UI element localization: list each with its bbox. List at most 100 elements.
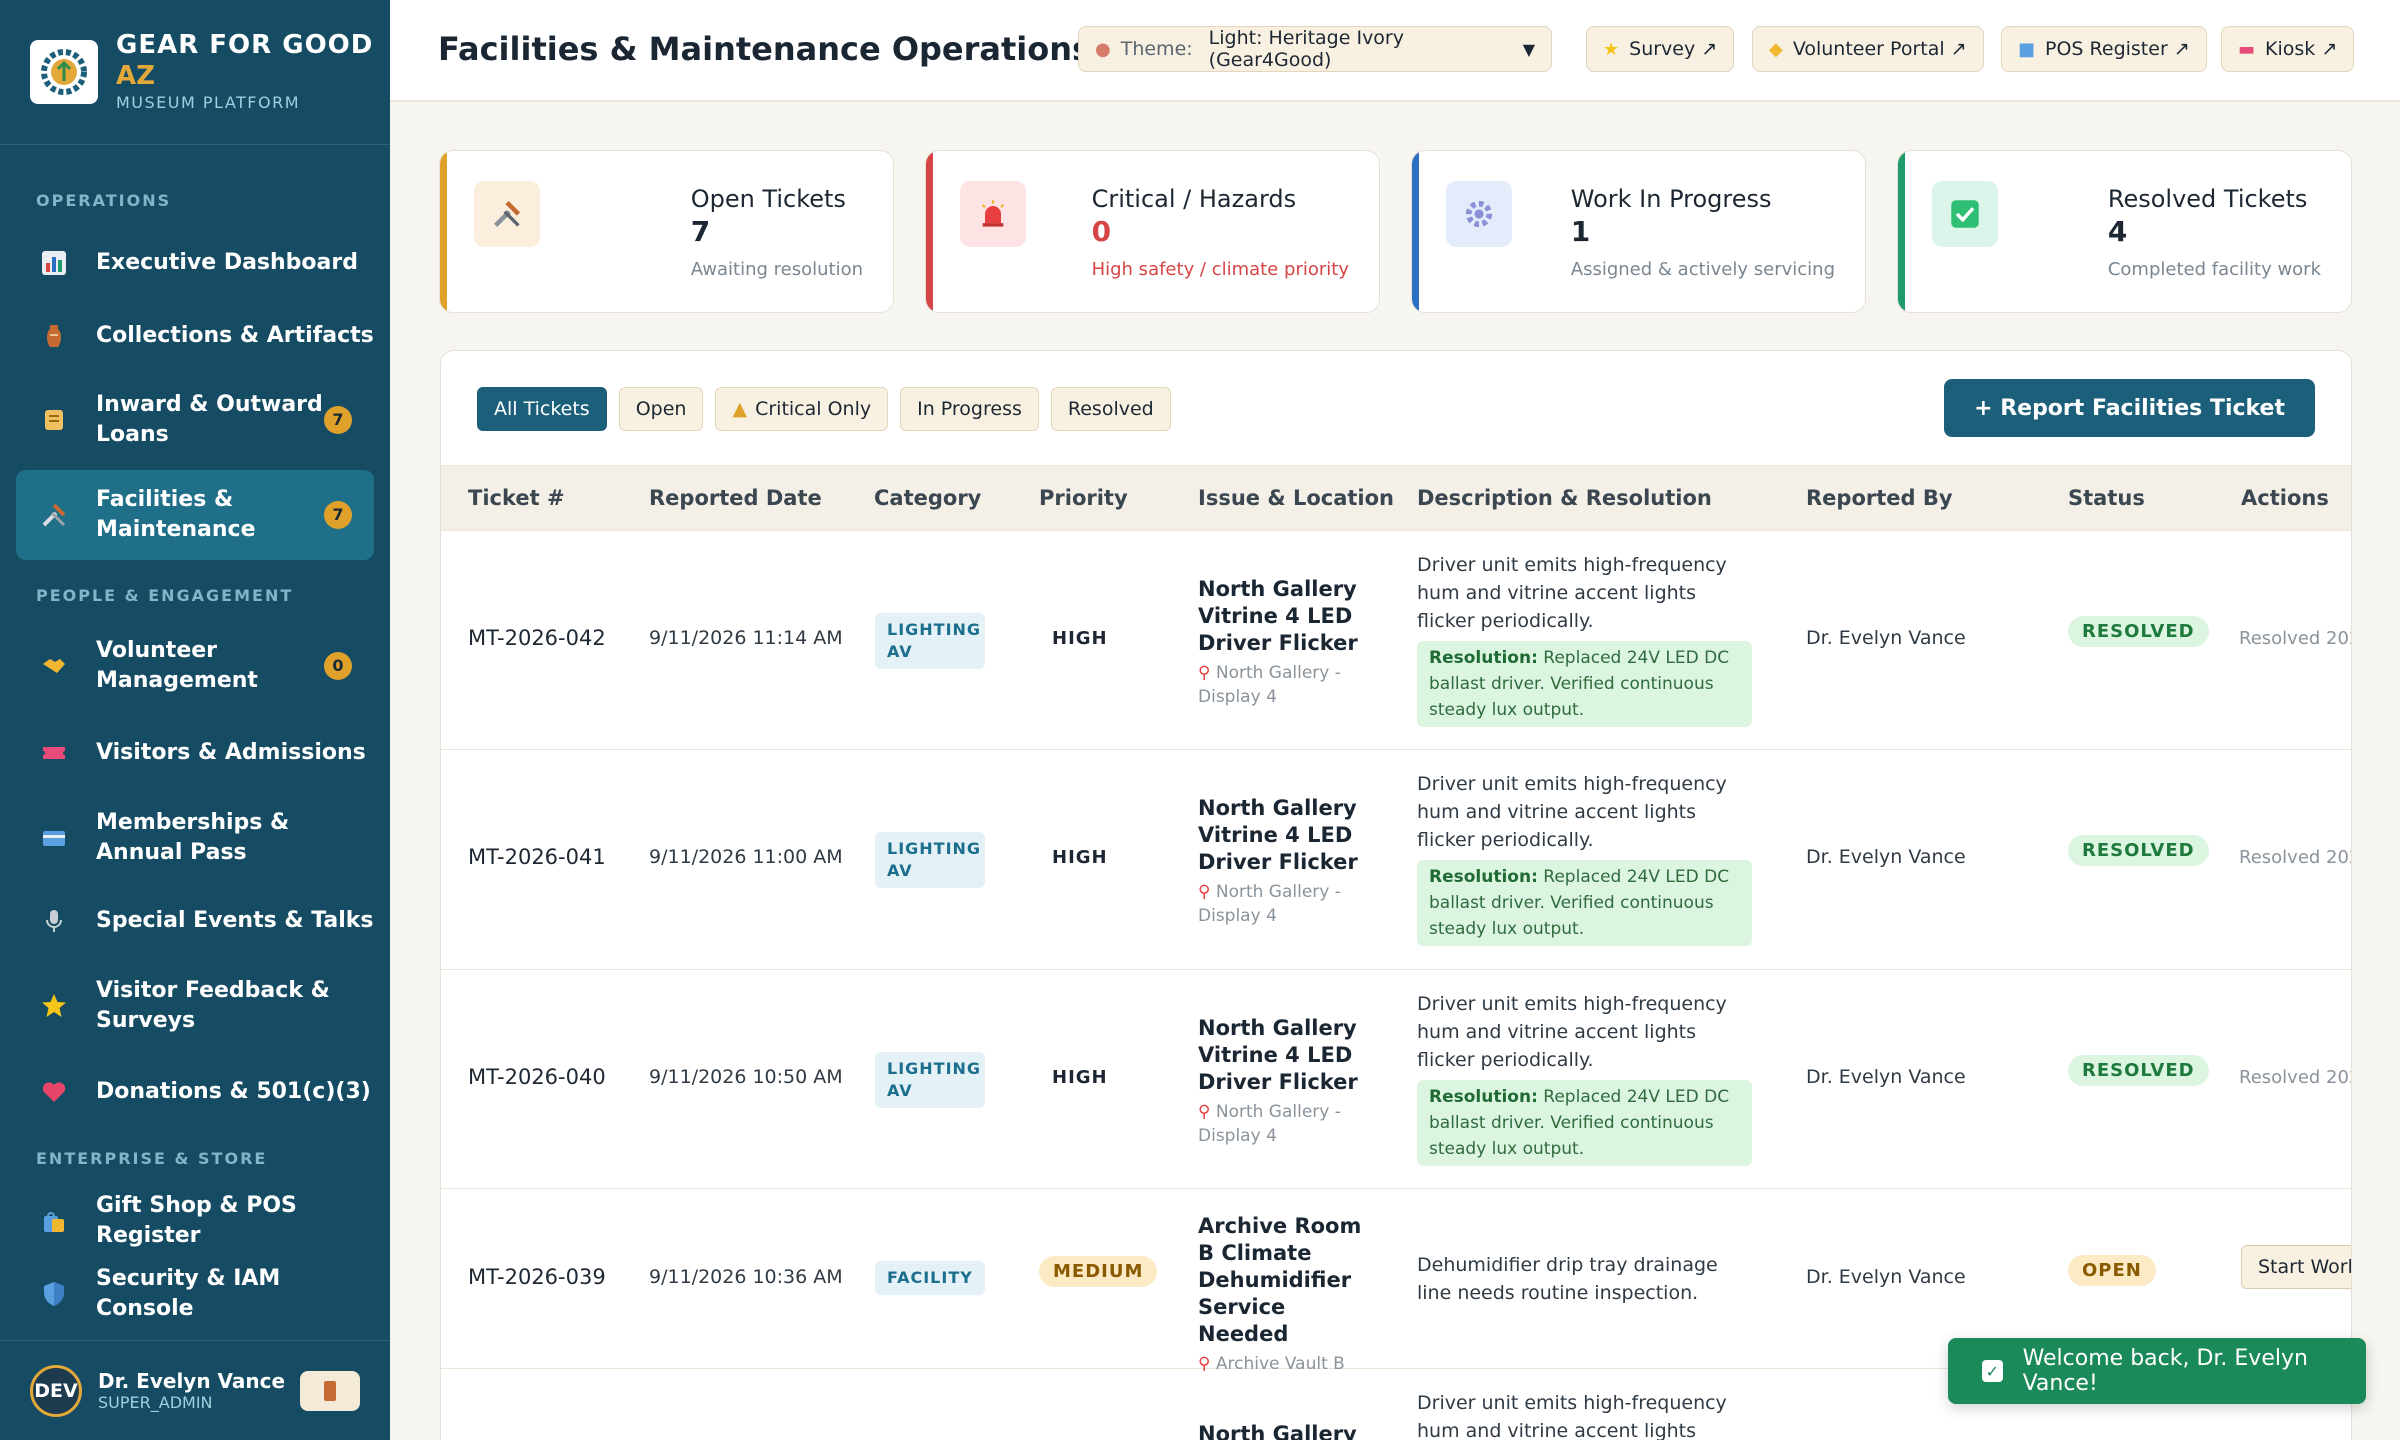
pin-icon: ⚲ <box>1198 882 1216 902</box>
resolution-note: Resolution: Replaced 24V LED DC ballast … <box>1417 641 1752 727</box>
star-icon: ★ <box>1603 38 1620 60</box>
kpi-critical-hazards: Critical / Hazards 0 High safety / clima… <box>925 150 1380 313</box>
ticket-id: MT-2026-039 <box>468 1265 606 1289</box>
col-date[interactable]: Reported Date <box>649 486 822 510</box>
theme-label: Theme: <box>1120 38 1193 60</box>
logout-button[interactable] <box>300 1371 360 1411</box>
filter-resolved[interactable]: Resolved <box>1050 387 1171 431</box>
ticket-icon: ▬ <box>2238 38 2256 60</box>
ticket-icon <box>38 737 70 769</box>
pos-register-link[interactable]: ■ POS Register ↗ <box>2001 26 2207 72</box>
col-category[interactable]: Category <box>874 486 981 510</box>
kpi-subtext: High safety / climate priority <box>1091 259 1349 280</box>
ticket-filters: All Tickets Open ▲ Critical Only In Prog… <box>477 387 1183 431</box>
volunteer-portal-link[interactable]: ◆ Volunteer Portal ↗ <box>1752 26 1984 72</box>
filter-all-tickets[interactable]: All Tickets <box>477 387 607 431</box>
tools-icon <box>38 499 70 531</box>
avatar[interactable]: DEV <box>30 1364 82 1417</box>
welcome-toast[interactable]: ✓ Welcome back, Dr. Evelyn Vance! <box>1948 1338 2366 1404</box>
table-row[interactable]: MT-2026-041 9/11/2026 11:00 AM LIGHTING … <box>441 750 2351 970</box>
brand-name: GEAR FOR GOOD <box>116 30 374 60</box>
sidebar-item-visitors[interactable]: Visitors & Admissions <box>16 728 374 778</box>
table-row[interactable]: MT-2026-040 9/11/2026 10:50 AM LIGHTING … <box>441 970 2351 1189</box>
ticket-id: MT-2026-040 <box>468 1065 606 1089</box>
check-icon: ✓ <box>1982 1360 2003 1382</box>
shopping-bags-icon: ■ <box>2018 38 2036 60</box>
theme-value: Light: Heritage Ivory (Gear4Good) <box>1208 27 1404 71</box>
sidebar-item-facilities[interactable]: Facilities & Maintenance 7 <box>16 470 374 560</box>
nav-section-people: PEOPLE & ENGAGEMENT <box>36 586 294 605</box>
kpi-label: Resolved Tickets <box>2107 185 2308 213</box>
col-ticket[interactable]: Ticket # <box>468 486 565 510</box>
col-reporter[interactable]: Reported By <box>1806 486 1953 510</box>
description-text: Dehumidifier drip tray drainage line nee… <box>1417 1254 1718 1304</box>
resolved-date-note: Resolved 202 <box>2239 847 2351 868</box>
col-status[interactable]: Status <box>2068 486 2145 510</box>
table-header: Ticket # Reported Date Category Priority… <box>441 465 2351 531</box>
priority-label: HIGH <box>1052 847 1108 868</box>
sidebar-item-feedback[interactable]: Visitor Feedback & Surveys <box>16 974 374 1038</box>
star-icon <box>38 990 70 1022</box>
sidebar-item-security[interactable]: Security & IAM Console <box>16 1266 374 1321</box>
status-badge: RESOLVED <box>2068 616 2209 647</box>
kpi-value: 4 <box>2107 215 2128 248</box>
sidebar-item-volunteers[interactable]: Volunteer Management 0 <box>16 634 374 698</box>
description-text: Driver unit emits high-frequency hum and… <box>1417 554 1727 632</box>
survey-link[interactable]: ★ Survey ↗ <box>1586 26 1735 72</box>
priority-badge: MEDIUM <box>1039 1256 1158 1287</box>
kiosk-link[interactable]: ▬ Kiosk ↗ <box>2221 26 2355 72</box>
kpi-resolved-tickets: Resolved Tickets 4 Completed facility wo… <box>1897 150 2352 313</box>
scroll-icon <box>38 404 70 436</box>
filter-open[interactable]: Open <box>618 387 704 431</box>
col-description[interactable]: Description & Resolution <box>1417 486 1712 510</box>
col-actions[interactable]: Actions <box>2241 486 2329 510</box>
vase-icon <box>38 320 70 352</box>
chevron-down-icon: ▼ <box>1522 39 1535 59</box>
issue-location: Archive Room B Climate Dehumidifier Serv… <box>1198 1213 1368 1376</box>
filter-critical-only[interactable]: ▲ Critical Only <box>715 387 889 431</box>
sidebar: GEAR FOR GOOD AZ MUSEUM PLATFORM OPERATI… <box>0 0 390 1440</box>
resolution-note: Resolution: Replaced 24V LED DC ballast … <box>1417 1080 1752 1166</box>
gear-icon <box>1446 181 1512 247</box>
page-title: Facilities & Maintenance Operations <box>438 30 1092 68</box>
ticket-id: MT-2026-041 <box>468 845 606 869</box>
brand-subtitle: MUSEUM PLATFORM <box>116 93 301 112</box>
sidebar-item-loans[interactable]: Inward & Outward Loans 7 <box>16 388 374 452</box>
sidebar-item-donations[interactable]: Donations & 501(c)(3) <box>16 1067 374 1117</box>
resolved-date-note: Resolved 202 <box>2239 1067 2351 1088</box>
sidebar-item-memberships[interactable]: Memberships & Annual Pass <box>16 806 374 870</box>
theme-select[interactable]: ● Theme: Light: Heritage Ivory (Gear4Goo… <box>1078 26 1552 72</box>
issue-title: North Gallery <box>1198 1422 1357 1440</box>
sidebar-item-collections[interactable]: Collections & Artifacts <box>16 311 374 361</box>
col-issue[interactable]: Issue & Location <box>1198 486 1394 510</box>
sidebar-item-gift-shop[interactable]: Gift Shop & POS Register <box>16 1193 374 1248</box>
card-icon <box>38 822 70 854</box>
gear-logo-icon <box>30 40 98 104</box>
issue-title: Archive Room B Climate Dehumidifier Serv… <box>1198 1214 1362 1346</box>
col-priority[interactable]: Priority <box>1039 486 1128 510</box>
palette-icon: ● <box>1095 38 1111 60</box>
description-resolution: Driver unit emits high-frequency hum and… <box>1417 990 1757 1166</box>
issue-location-text: North Gallery - Display 4 <box>1198 1102 1341 1146</box>
category-badge: LIGHTING AV <box>875 832 985 888</box>
sidebar-item-executive-dashboard[interactable]: Executive Dashboard <box>16 238 374 288</box>
status-badge: OPEN <box>2068 1255 2156 1286</box>
kpi-value: 7 <box>690 215 711 248</box>
start-work-button[interactable]: Start Work <box>2241 1245 2351 1289</box>
loans-count-badge: 7 <box>324 406 352 434</box>
sidebar-item-events[interactable]: Special Events & Talks <box>16 896 374 946</box>
reported-by: Dr. Evelyn Vance <box>1806 846 1966 868</box>
table-row[interactable]: MT-2026-042 9/11/2026 11:14 AM LIGHTING … <box>441 531 2351 750</box>
filter-in-progress[interactable]: In Progress <box>900 387 1039 431</box>
check-icon <box>1932 181 1998 247</box>
description-text: Driver unit emits high-frequency hum and… <box>1417 993 1727 1071</box>
issue-title: North Gallery Vitrine 4 LED Driver Flick… <box>1198 1016 1358 1094</box>
report-ticket-button[interactable]: + Report Facilities Ticket <box>1944 379 2315 437</box>
pin-icon: ⚲ <box>1198 663 1216 683</box>
warning-icon: ▲ <box>732 398 748 420</box>
issue-title: North Gallery Vitrine 4 LED Driver Flick… <box>1198 796 1358 874</box>
category-badge: LIGHTING AV <box>875 1052 985 1108</box>
brand[interactable]: GEAR FOR GOOD AZ MUSEUM PLATFORM <box>0 0 390 145</box>
door-icon <box>324 1381 336 1401</box>
user-name: Dr. Evelyn Vance <box>98 1369 286 1393</box>
